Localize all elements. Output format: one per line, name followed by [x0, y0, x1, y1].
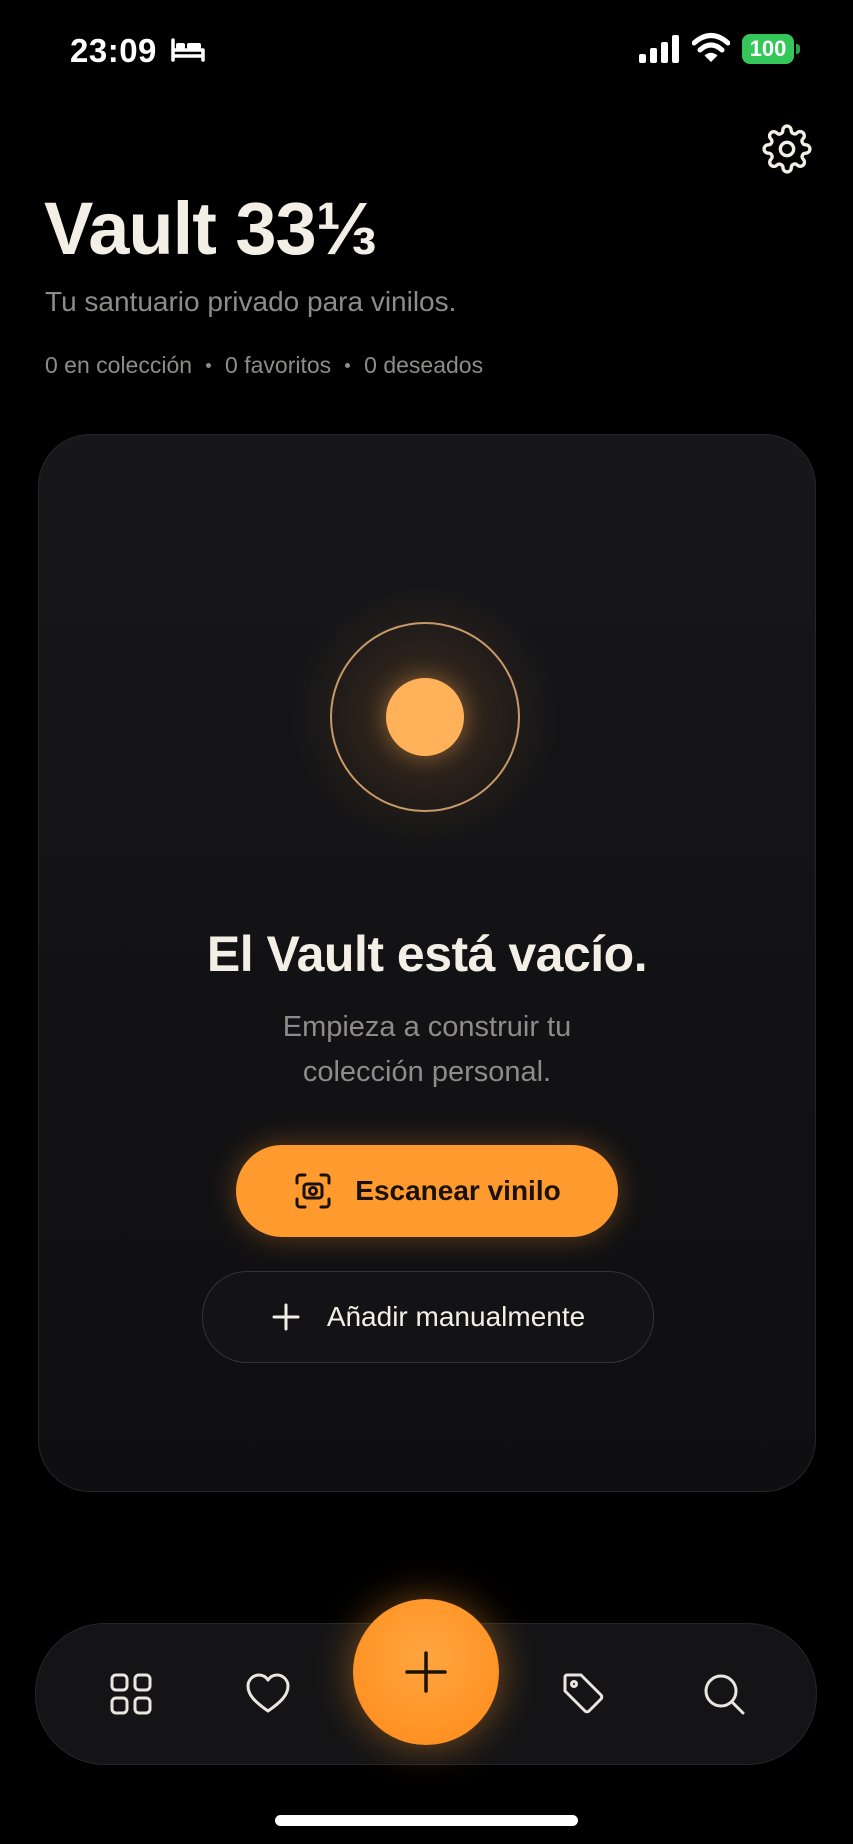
add-manually-button[interactable]: Añadir manualmente: [202, 1271, 654, 1363]
battery-icon: 100: [742, 34, 800, 64]
empty-state-description: Empieza a construir tu colección persona…: [282, 1011, 572, 1088]
collection-stats: 0 en colección 0 favoritos 0 deseados: [45, 352, 483, 379]
heart-icon[interactable]: [245, 1671, 291, 1717]
scan-icon: [295, 1173, 331, 1209]
vinyl-record-icon: [290, 582, 560, 852]
wifi-icon: [692, 33, 730, 62]
grid-icon[interactable]: [108, 1671, 154, 1717]
empty-state-card: El Vault está vacío. Empieza a construir…: [38, 434, 816, 1492]
bed-icon: [171, 38, 205, 62]
add-icon: [405, 1651, 447, 1693]
separator-dot: [345, 363, 351, 368]
status-time: 23:09: [70, 32, 157, 69]
add-record-fab[interactable]: [353, 1599, 499, 1745]
stat-collection: 0 en colección: [45, 352, 193, 378]
stat-favorites: 0 favoritos: [225, 352, 332, 378]
scan-vinyl-button[interactable]: Escanear vinilo: [236, 1145, 618, 1237]
status-bar: 23:09 100: [0, 0, 853, 100]
battery-level: 100: [742, 34, 794, 64]
page-subtitle: Tu santuario privado para vinilos.: [45, 286, 457, 317]
search-icon[interactable]: [701, 1671, 747, 1717]
plus-icon: [272, 1303, 300, 1331]
home-indicator[interactable]: [275, 1815, 578, 1826]
empty-state-title: El Vault está vacío.: [206, 926, 648, 982]
separator-dot: [206, 363, 212, 368]
page-title: Vault 33⅓: [44, 187, 377, 270]
scan-button-label: Escanear vinilo: [355, 1175, 561, 1206]
cellular-signal-icon: [639, 35, 679, 63]
stat-wishlist: 0 deseados: [364, 352, 484, 378]
add-manually-label: Añadir manualmente: [326, 1301, 586, 1332]
tag-icon[interactable]: [561, 1671, 607, 1717]
gear-icon[interactable]: [762, 124, 812, 174]
